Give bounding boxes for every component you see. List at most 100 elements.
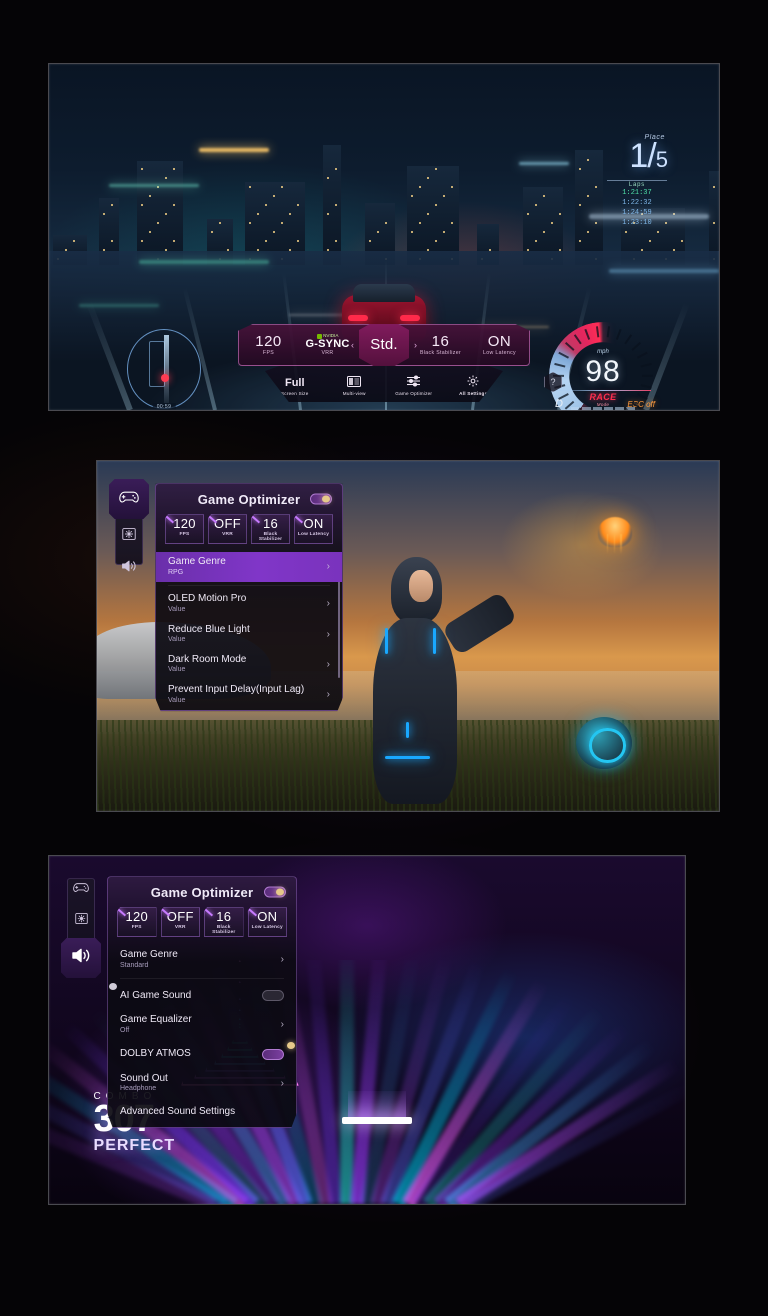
menu-row[interactable]: Sound Out Headphone › xyxy=(108,1069,296,1099)
sidebar-item-picture[interactable] xyxy=(115,521,143,551)
status-chip-value: OFF xyxy=(214,516,241,531)
menu-rows: Game Genre Standard › AI Game Sound Game Equ… xyxy=(108,945,296,1127)
status-chip-value: ON xyxy=(257,909,278,924)
game-optimizer-quickbar: 120 FPS NVIDIA G-SYNC VRR 16 Black Stabi… xyxy=(238,324,562,402)
quick-chip-vrr-label: VRR xyxy=(321,350,334,356)
menu-row-title: Prevent Input Delay(Input Lag) xyxy=(168,684,305,695)
menu-row[interactable]: Advanced Sound Settings xyxy=(108,1099,296,1127)
menu-row[interactable]: Prevent Input Delay(Input Lag) Value › xyxy=(156,680,342,710)
quick-chip-fps[interactable]: 120 FPS xyxy=(239,334,298,356)
preset-next-arrow[interactable]: › xyxy=(414,340,417,350)
status-chip-vrr[interactable]: OFF VRR xyxy=(208,514,247,544)
sidebar-item-sound[interactable] xyxy=(61,938,101,978)
menu-row-title: Sound Out xyxy=(120,1072,168,1084)
game-optimizer-toggle[interactable] xyxy=(310,493,332,505)
menu-row-toggle[interactable] xyxy=(262,1048,284,1060)
status-chip-value: 120 xyxy=(125,909,149,924)
status-chip-value: 120 xyxy=(173,516,196,531)
menu-row[interactable]: OLED Motion Pro Value › xyxy=(156,589,342,619)
chevron-right-icon: › xyxy=(326,689,330,701)
quick-chip-ll-value: ON xyxy=(487,333,512,351)
menu-row[interactable]: Dark Room Mode Value › xyxy=(156,650,342,680)
status-chip-label: Low Latency xyxy=(297,531,330,537)
menu-row-value: Value xyxy=(168,605,186,613)
status-chip-fps[interactable]: 120 FPS xyxy=(117,907,157,937)
quick-chip-vrr-value: G-SYNC xyxy=(305,338,350,350)
menu-row-value: Off xyxy=(120,1026,130,1034)
status-chip-black-stabilizer[interactable]: 16 Black Stabilizer xyxy=(204,907,244,937)
status-chip-label: Black Stabilizer xyxy=(258,531,283,542)
companion-drone xyxy=(575,717,632,769)
status-chip-value: OFF xyxy=(166,909,194,924)
quick-chip-bs-value: 16 xyxy=(431,333,450,351)
status-chip-label: VRR xyxy=(174,924,186,930)
quick-chip-fps-value: 120 xyxy=(255,333,282,351)
menu-row-value: RPG xyxy=(168,568,184,576)
menu-header: Game Optimizer xyxy=(156,484,342,514)
lap-time: 1:22:32 xyxy=(622,199,652,208)
tool-game-optimizer[interactable]: Game Optimizer xyxy=(384,375,444,396)
preset-prev-arrow[interactable]: ‹ xyxy=(351,340,354,350)
tool-screen-size[interactable]: Full Screen Size xyxy=(265,376,325,396)
quick-chip-vrr[interactable]: NVIDIA G-SYNC VRR xyxy=(298,334,357,356)
lap-time: 1:23:10 xyxy=(622,219,652,228)
city-skyline xyxy=(49,85,719,265)
status-chip-value: 16 xyxy=(216,909,232,924)
quick-chip-black-stabilizer[interactable]: 16 Black Stabilizer xyxy=(411,334,470,356)
judgement-text: PERFECT xyxy=(93,1137,176,1155)
status-chip-value: ON xyxy=(303,516,324,531)
place-caption: Place xyxy=(644,134,665,141)
tool-multi-view[interactable]: Multi-view xyxy=(325,375,385,396)
menu-status-chips: 120 FPS OFF VRR 16 Black Stabilizer ON Low Late… xyxy=(108,907,296,945)
status-chip-low-latency[interactable]: ON Low Latency xyxy=(247,907,287,937)
game-optimizer-toggle[interactable] xyxy=(264,886,286,898)
tv-panel-racing: 00:59 Place 1/5 Laps 1:21:37 1:22:32 1:24:… xyxy=(48,63,720,411)
building xyxy=(407,165,459,265)
sidebar-item-sound[interactable] xyxy=(115,553,143,583)
tool-all-settings-label: All Settings xyxy=(459,390,488,396)
menu-row[interactable]: Game Genre Standard › xyxy=(108,945,296,975)
chevron-right-icon: › xyxy=(326,628,330,640)
page-root: 00:59 Place 1/5 Laps 1:21:37 1:22:32 1:24:… xyxy=(0,0,768,1316)
screen-size-value: Full xyxy=(284,376,305,389)
building xyxy=(137,160,183,265)
menu-row-title: Game Genre xyxy=(168,556,226,567)
preset-selector[interactable]: Std. xyxy=(359,324,409,366)
laps-header: Laps xyxy=(607,180,667,188)
status-chip-label: Low Latency xyxy=(251,924,283,930)
building xyxy=(575,149,603,265)
status-chip-fps[interactable]: 120 FPS xyxy=(165,514,204,544)
menu-header: Game Optimizer xyxy=(108,877,296,907)
menu-row[interactable]: Game Equalizer Off › xyxy=(108,1010,296,1040)
menu-divider xyxy=(120,978,284,980)
menu-row[interactable]: DOLBY ATMOS xyxy=(108,1041,296,1069)
menu-row-title: Advanced Sound Settings xyxy=(120,1106,236,1117)
status-chip-low-latency[interactable]: ON Low Latency xyxy=(294,514,333,544)
tool-screen-size-label: Screen Size xyxy=(280,390,309,396)
chevron-right-icon: › xyxy=(280,1077,284,1089)
menu-row-title: AI Game Sound xyxy=(120,989,192,1001)
chevron-right-icon: › xyxy=(326,658,330,670)
sidebar-item-picture[interactable] xyxy=(67,906,95,936)
quick-chip-bs-label: Black Stabilizer xyxy=(419,349,462,356)
preset-value: Std. xyxy=(370,335,398,353)
menu-row-toggle[interactable] xyxy=(262,990,284,1002)
sliders-icon xyxy=(406,375,421,390)
tool-all-settings[interactable]: All Settings xyxy=(444,374,504,396)
gear-icon xyxy=(466,374,480,391)
quick-chip-low-latency[interactable]: ON Low Latency xyxy=(470,334,529,356)
fire-jellyfish xyxy=(597,517,632,555)
sidebar-item-game[interactable] xyxy=(67,874,95,904)
quick-chip-ll-label: Low Latency xyxy=(483,349,516,356)
menu-row[interactable]: AI Game Sound xyxy=(108,982,296,1010)
quickbar-stats: 120 FPS NVIDIA G-SYNC VRR 16 Black Stabi… xyxy=(238,324,530,366)
menu-row-value: Standard xyxy=(120,961,149,969)
status-chip-vrr[interactable]: OFF VRR xyxy=(160,907,200,937)
status-chip-black-stabilizer[interactable]: 16 Black Stabilizer xyxy=(251,514,290,544)
sidebar-tab-rail xyxy=(109,479,149,571)
menu-row[interactable]: Reduce Blue Light Value › xyxy=(156,620,342,650)
note-pad xyxy=(341,1090,412,1124)
sidebar-item-game[interactable] xyxy=(109,479,149,519)
menu-row[interactable]: Game Genre RPG › xyxy=(156,552,342,583)
menu-title: Game Optimizer xyxy=(197,491,301,507)
